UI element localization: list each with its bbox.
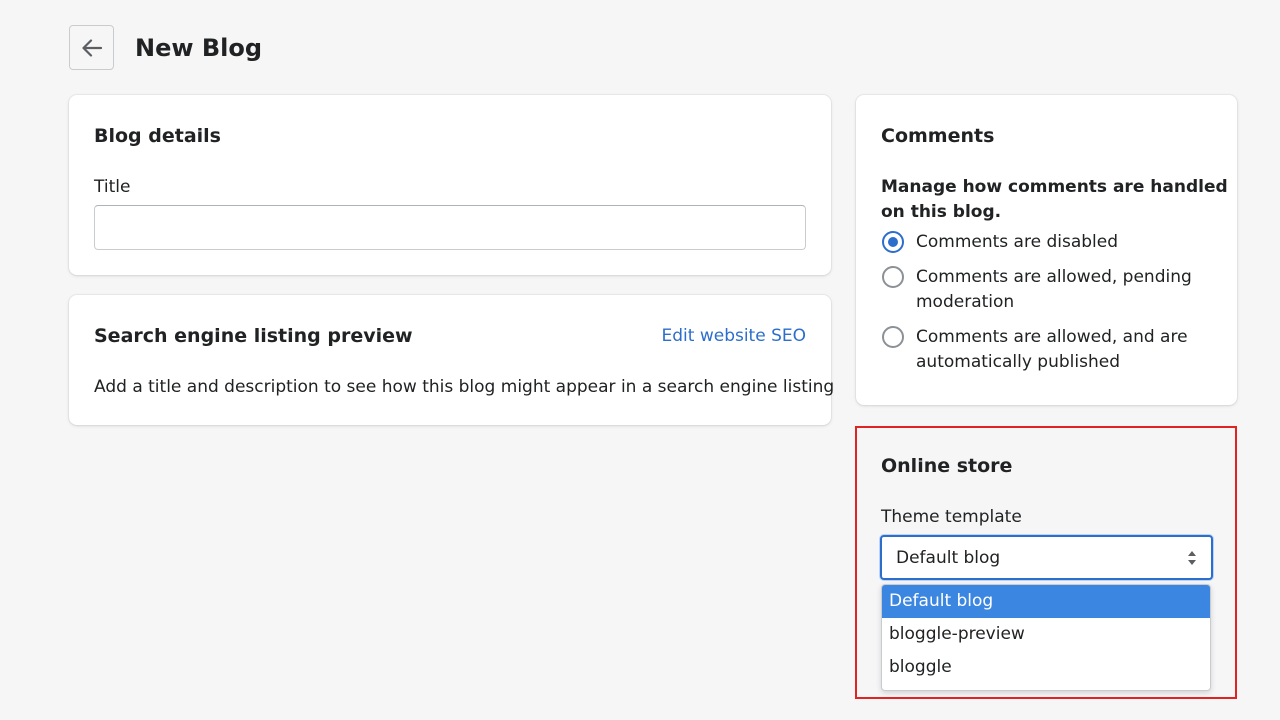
comments-intro-line1: Manage how comments are handled — [881, 177, 1228, 197]
radio-unchecked-icon[interactable] — [882, 266, 904, 288]
theme-template-select[interactable]: Default blog — [880, 535, 1213, 580]
comments-option-disabled[interactable]: Comments are disabled — [882, 230, 1118, 255]
radio-checked-icon[interactable] — [882, 231, 904, 253]
online-store-heading: Online store — [881, 455, 1013, 477]
template-option-bloggle[interactable]: bloggle — [882, 651, 1210, 684]
seo-description: Add a title and description to see how t… — [94, 377, 835, 397]
blog-details-card: Blog details Title — [69, 95, 831, 275]
arrow-left-icon — [81, 38, 102, 57]
selected-template: Default blog — [896, 547, 1001, 568]
edit-seo-link[interactable]: Edit website SEO — [662, 325, 807, 347]
template-option-default-blog[interactable]: Default blog — [882, 585, 1210, 618]
comments-heading: Comments — [881, 125, 995, 147]
select-arrows-icon — [1188, 551, 1196, 565]
blog-details-heading: Blog details — [94, 125, 221, 147]
radio-label: Comments are allowed, pending moderation — [916, 267, 1192, 312]
theme-template-label: Theme template — [881, 507, 1022, 527]
template-option-bloggle-preview[interactable]: bloggle-preview — [882, 618, 1210, 651]
theme-template-dropdown: Default blog bloggle-preview bloggle — [881, 584, 1211, 691]
seo-card: Search engine listing preview Edit websi… — [69, 295, 835, 425]
radio-label: Comments are disabled — [916, 232, 1118, 252]
comments-card: Comments Manage how comments are handled… — [856, 95, 1237, 405]
seo-heading: Search engine listing preview — [94, 325, 413, 347]
radio-unchecked-icon[interactable] — [882, 326, 904, 348]
page-title: New Blog — [135, 34, 263, 62]
comments-option-pending[interactable]: Comments are allowed, pending moderation — [882, 265, 1192, 315]
title-input[interactable] — [94, 205, 806, 250]
radio-label: Comments are allowed, and are automatica… — [916, 327, 1188, 372]
comments-option-auto-published[interactable]: Comments are allowed, and are automatica… — [882, 325, 1188, 375]
back-button[interactable] — [69, 25, 114, 70]
title-label: Title — [94, 177, 131, 197]
comments-intro-line2: on this blog. — [881, 202, 1002, 222]
